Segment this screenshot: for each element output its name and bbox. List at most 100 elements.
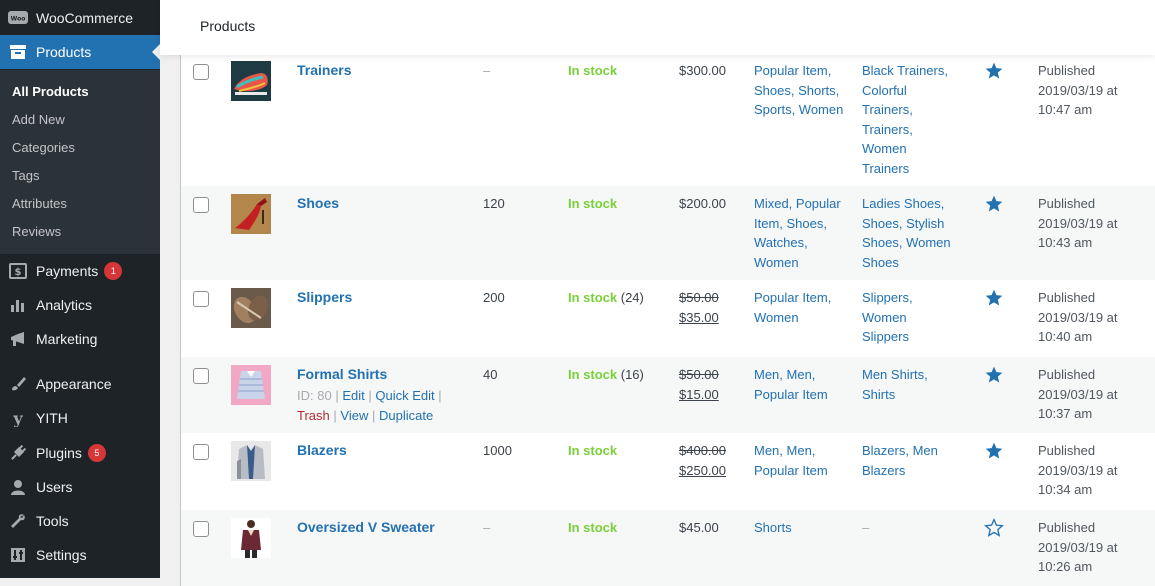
menu-settings[interactable]: Settings [0, 538, 160, 572]
category-link[interactable]: Women [754, 308, 854, 328]
menu-appearance[interactable]: Appearance [0, 367, 160, 401]
tag-link[interactable]: Women [862, 139, 972, 159]
view-link[interactable]: View [340, 408, 368, 423]
submenu-tags[interactable]: Tags [12, 168, 39, 183]
product-name-link[interactable]: Trainers [297, 61, 351, 81]
product-name-link[interactable]: Blazers [297, 441, 347, 461]
submenu-all-products[interactable]: All Products [12, 84, 89, 99]
tag-link[interactable]: Men Shirts, [862, 365, 972, 385]
tag-link[interactable]: Trainers, [862, 100, 972, 120]
category-link[interactable]: Men, Men, [754, 365, 854, 385]
menu-users[interactable]: Users [0, 470, 160, 504]
published-date: Published 2019/03/19 at 10:34 am [1038, 441, 1148, 500]
category-link[interactable]: Shoes, Shorts, [754, 81, 854, 101]
row-checkbox[interactable] [193, 197, 209, 213]
product-thumbnail[interactable] [231, 194, 271, 234]
price: $400.00 $250.00 [679, 441, 726, 480]
category-link[interactable]: Popular Item [754, 461, 854, 481]
row-checkbox[interactable] [193, 64, 209, 80]
category-link[interactable]: Shorts [754, 518, 854, 538]
paintbrush-icon [8, 374, 28, 394]
quick-edit-link[interactable]: Quick Edit [375, 388, 434, 403]
row-checkbox[interactable] [193, 521, 209, 537]
row-checkbox[interactable] [193, 368, 209, 384]
row-checkbox[interactable] [193, 444, 209, 460]
published-day: 2019/03/19 at [1038, 309, 1118, 325]
tag-link[interactable]: Slippers, [862, 288, 972, 308]
category-link[interactable]: Popular Item, [754, 288, 854, 308]
menu-payments[interactable]: $ Payments 1 [0, 254, 160, 288]
published-date: Published 2019/03/19 at 10:47 am [1038, 61, 1148, 120]
published-day: 2019/03/19 at [1038, 386, 1118, 402]
category-link[interactable]: Popular Item [754, 385, 854, 405]
category-link[interactable]: Women [754, 253, 854, 273]
featured-star-icon[interactable] [984, 288, 1004, 308]
row-checkbox[interactable] [193, 291, 209, 307]
tags: – [862, 518, 972, 538]
tag-link[interactable]: Trainers [862, 159, 972, 179]
tag-link[interactable]: Trainers, [862, 120, 972, 140]
tag-link[interactable]: Women [862, 308, 972, 328]
category-link[interactable]: Mixed, Popular [754, 194, 854, 214]
published-day: 2019/03/19 at [1038, 539, 1118, 555]
categories: Mixed, Popular Item, Shoes, Watches, Wom… [754, 194, 854, 272]
user-icon [8, 477, 28, 497]
category-link[interactable]: Watches, [754, 233, 854, 253]
menu-users-label: Users [36, 479, 73, 495]
menu-plugins[interactable]: Plugins 5 [0, 436, 160, 470]
dollar-icon: $ [8, 261, 28, 281]
table-row: Formal Shirts ID: 80 | Edit | Quick Edit… [181, 357, 1155, 433]
product-thumbnail[interactable] [231, 518, 271, 558]
tag-link[interactable]: Blazers, Men [862, 441, 972, 461]
tag-link[interactable]: Shoes, Women [862, 233, 972, 253]
featured-star-icon[interactable] [984, 365, 1004, 385]
tags: Black Trainers, Colorful Trainers, Train… [862, 61, 972, 178]
product-name-link[interactable]: Oversized V Sweater [297, 518, 435, 538]
submenu-add-new[interactable]: Add New [12, 112, 65, 127]
category-link[interactable]: Item, Shoes, [754, 214, 854, 234]
tag-link[interactable]: Shoes [862, 253, 972, 273]
category-link[interactable]: Men, Men, [754, 441, 854, 461]
trash-link[interactable]: Trash [297, 408, 330, 423]
published-time: 10:26 am [1038, 559, 1093, 574]
tag-link[interactable]: Black Trainers, [862, 61, 972, 81]
menu-marketing[interactable]: Marketing [0, 322, 160, 356]
product-name-link[interactable]: Formal Shirts [297, 365, 387, 385]
menu-products[interactable]: Products [0, 35, 160, 69]
product-thumbnail[interactable] [231, 288, 271, 328]
menu-yith[interactable]: y YITH [0, 401, 160, 435]
svg-text:Woo: Woo [11, 16, 26, 23]
product-thumbnail[interactable] [231, 441, 271, 481]
featured-star-outline-icon[interactable] [984, 518, 1004, 538]
tags: Slippers, Women Slippers [862, 288, 972, 347]
duplicate-link[interactable]: Duplicate [379, 408, 433, 423]
featured-star-icon[interactable] [984, 441, 1004, 461]
menu-woocommerce[interactable]: Woo WooCommerce [0, 1, 160, 35]
tag-link[interactable]: Slippers [862, 327, 972, 347]
menu-analytics[interactable]: Analytics [0, 288, 160, 322]
tag-link[interactable]: Colorful [862, 81, 972, 101]
categories: Popular Item, Shoes, Shorts, Sports, Wom… [754, 61, 854, 120]
featured-star-icon[interactable] [984, 194, 1004, 214]
product-name-link[interactable]: Slippers [297, 288, 352, 308]
tag-link[interactable]: Ladies Shoes, [862, 194, 972, 214]
table-row: Trainers – In stock $300.00 Popular Item… [181, 55, 1155, 186]
product-thumbnail[interactable] [231, 61, 271, 101]
sale-price: $250.00 [679, 462, 726, 478]
tag-link[interactable]: Shoes, Stylish [862, 214, 972, 234]
submenu-categories[interactable]: Categories [12, 140, 75, 155]
edit-link[interactable]: Edit [342, 388, 364, 403]
category-link[interactable]: Popular Item, [754, 61, 854, 81]
tag-link[interactable]: Shirts [862, 385, 972, 405]
submenu-attributes[interactable]: Attributes [12, 196, 67, 211]
category-link[interactable]: Sports, Women [754, 100, 854, 120]
stock-quantity: – [483, 63, 491, 78]
submenu-reviews[interactable]: Reviews [12, 224, 61, 239]
product-name-link[interactable]: Shoes [297, 194, 339, 214]
tag-link[interactable]: Blazers [862, 461, 972, 481]
product-thumbnail[interactable] [231, 365, 271, 405]
row-actions: ID: 80 | Edit | Quick Edit | Trash | Vie… [297, 386, 477, 425]
menu-tools[interactable]: Tools [0, 504, 160, 538]
separator: | [333, 407, 337, 423]
featured-star-icon[interactable] [984, 61, 1004, 81]
